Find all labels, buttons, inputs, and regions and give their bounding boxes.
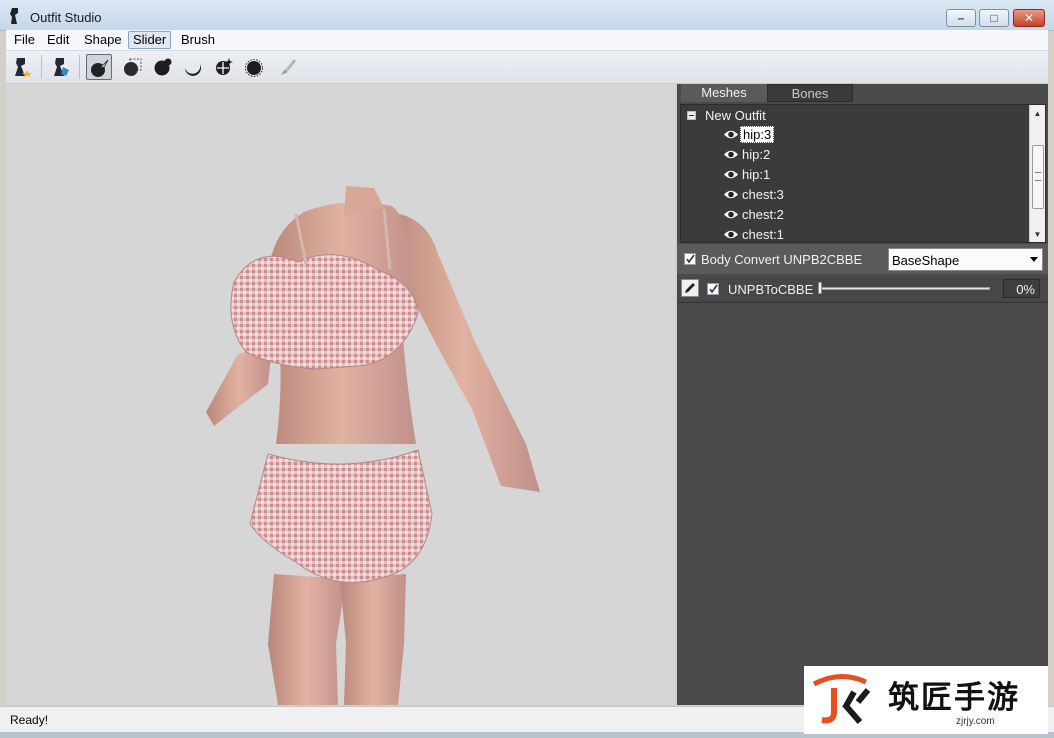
shape-dropdown[interactable]: BaseShape [888, 248, 1043, 271]
watermark-text: 筑匠手游 [888, 680, 1020, 716]
slider-name: UNPBToCBBE [728, 282, 814, 297]
select-brush-button[interactable] [86, 54, 112, 80]
scroll-thumb[interactable] [1032, 145, 1044, 209]
tree-item-chest-3[interactable]: chest:3 [723, 186, 843, 204]
tree-scrollbar[interactable]: ▲ ▼ [1029, 105, 1045, 242]
slider-checkbox[interactable] [707, 283, 719, 295]
watermark-url: zjrjy.com [956, 716, 995, 727]
slider-value-field[interactable]: 0% [1003, 279, 1040, 298]
toolbar-separator [79, 55, 80, 79]
menu-file[interactable]: File [10, 32, 39, 48]
menu-brush[interactable]: Brush [177, 32, 219, 48]
toolbar [6, 51, 1048, 84]
maximize-icon: □ [990, 11, 998, 25]
minimize-icon: – [957, 11, 965, 25]
conversion-checkbox[interactable] [684, 253, 696, 265]
watermark: 筑匠手游 zjrjy.com [804, 666, 1048, 734]
tree-item-label: hip:3 [740, 126, 775, 143]
eye-icon[interactable] [723, 229, 739, 240]
menu-edit[interactable]: Edit [43, 32, 73, 48]
checkmark-icon [686, 254, 695, 264]
chevron-down-icon [1030, 257, 1038, 262]
slider-thumb[interactable] [818, 282, 822, 294]
title-bar: Outfit Studio – □ ✕ [0, 0, 1054, 31]
inflate-brush-icon [154, 58, 172, 76]
load-reference-icon [54, 58, 69, 76]
scroll-up-icon[interactable]: ▲ [1030, 105, 1045, 121]
collapse-icon[interactable] [687, 111, 696, 120]
menu-slider[interactable]: Slider [128, 31, 172, 49]
tree-item-hip-3[interactable]: hip:3 [723, 126, 843, 144]
tree-item-label: hip:1 [742, 167, 771, 182]
tree-item-chest-1[interactable]: chest:1 [723, 226, 843, 242]
menu-shape[interactable]: Shape [80, 32, 126, 48]
tab-meshes[interactable]: Meshes [681, 84, 767, 102]
tab-bones[interactable]: Bones [767, 84, 853, 102]
smooth-brush-icon [245, 59, 263, 77]
tree-item-label: chest:3 [742, 187, 784, 202]
watermark-logo-icon [812, 674, 871, 724]
weight-brush-icon [281, 59, 296, 75]
window-title: Outfit Studio [30, 10, 102, 25]
toolbar-separator [41, 55, 42, 79]
checkmark-icon [709, 284, 718, 294]
tree-root-label: New Outfit [705, 108, 766, 123]
eye-icon[interactable] [723, 209, 739, 220]
tree-item-label: chest:1 [742, 227, 784, 242]
maximize-button[interactable]: □ [979, 9, 1009, 27]
move-brush-button[interactable] [211, 54, 237, 80]
weight-brush-button[interactable] [275, 54, 301, 80]
app-icon [10, 8, 18, 24]
eye-icon[interactable] [723, 149, 739, 160]
panel-tabs: Meshes Bones [679, 84, 1046, 103]
load-outfit-button[interactable] [10, 54, 36, 80]
scroll-down-icon[interactable]: ▼ [1030, 226, 1045, 242]
mask-brush-icon [124, 58, 142, 76]
slider-edit-button[interactable] [681, 279, 699, 297]
menu-bar: File Edit Shape Slider Brush [6, 30, 1048, 51]
outfit-model-preview [206, 186, 540, 705]
tree-item-label: hip:2 [742, 147, 771, 162]
tree-item-hip-1[interactable]: hip:1 [723, 166, 843, 184]
shape-dropdown-value: BaseShape [892, 253, 960, 268]
mesh-tree: New Outfit hip:3 hip:2 hip:1 chest:3 che… [680, 104, 1046, 243]
slider-track[interactable] [818, 287, 990, 290]
side-panel: Meshes Bones New Outfit hip:3 hip:2 hip:… [677, 84, 1048, 705]
inflate-brush-button[interactable] [150, 54, 176, 80]
select-brush-icon [91, 59, 109, 77]
deflate-brush-icon [185, 64, 201, 76]
conversion-row: Body Convert UNPB2CBBE BaseShape [677, 244, 1048, 274]
eye-icon[interactable] [723, 169, 739, 180]
pencil-icon [685, 283, 695, 293]
tree-item-hip-2[interactable]: hip:2 [723, 146, 843, 164]
mask-brush-button[interactable] [120, 54, 146, 80]
minimize-button[interactable]: – [946, 9, 976, 27]
smooth-brush-button[interactable] [241, 54, 267, 80]
status-text: Ready! [10, 713, 49, 727]
close-button[interactable]: ✕ [1013, 9, 1045, 27]
conversion-label: Body Convert UNPB2CBBE [701, 252, 863, 267]
load-outfit-icon [15, 58, 32, 77]
tree-item-label: chest:2 [742, 207, 784, 222]
deflate-brush-button[interactable] [180, 54, 206, 80]
move-brush-icon [216, 58, 233, 75]
3d-viewport[interactable] [6, 84, 675, 705]
eye-icon[interactable] [723, 129, 739, 140]
load-reference-button[interactable] [48, 54, 74, 80]
close-icon: ✕ [1023, 11, 1035, 25]
eye-icon[interactable] [723, 189, 739, 200]
tree-item-chest-2[interactable]: chest:2 [723, 206, 843, 224]
slider-row: UNPBToCBBE 0% [677, 277, 1048, 303]
